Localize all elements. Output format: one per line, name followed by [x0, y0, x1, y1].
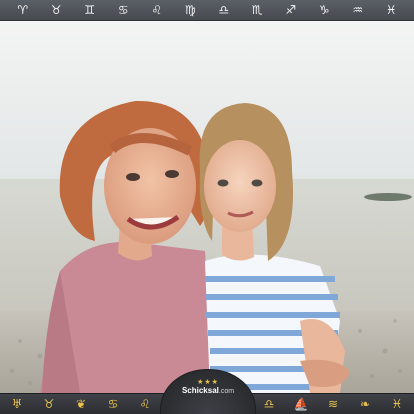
fox-icon[interactable]: ♅ — [6, 396, 28, 412]
zodiac-scorpio-icon[interactable]: ♏ — [246, 0, 268, 21]
hero-photo — [0, 21, 414, 393]
photo-grandmother-and-girl — [0, 21, 414, 393]
logo-stars: ★★★ — [197, 378, 219, 386]
tiger-icon[interactable]: ♌ — [134, 396, 156, 412]
zodiac-sagittarius-icon[interactable]: ♐ — [280, 0, 302, 21]
zodiac-aquarius-icon[interactable]: ♒ — [347, 0, 369, 21]
zodiac-gemini-icon[interactable]: ♊ — [79, 0, 101, 21]
zodiac-capricorn-icon[interactable]: ♑ — [313, 0, 335, 21]
app-frame: ♈ ♉ ♊ ♋ ♌ ♍ ♎ ♏ ♐ ♑ ♒ ♓ ♅ ♉ ❦ ♋ ♌ ♎ ⛵ ≋ … — [0, 0, 414, 414]
logo-wordmark: Schicksal.com — [182, 386, 234, 397]
butterfly-icon[interactable]: ❦ — [70, 396, 92, 412]
zodiac-taurus-icon[interactable]: ♉ — [45, 0, 67, 21]
crab-icon[interactable]: ♋ — [102, 396, 124, 412]
zodiac-leo-icon[interactable]: ♌ — [146, 0, 168, 21]
zodiac-virgo-icon[interactable]: ♍ — [179, 0, 201, 21]
zodiac-libra-icon[interactable]: ♎ — [213, 0, 235, 21]
zodiac-cancer-icon[interactable]: ♋ — [112, 0, 134, 21]
scales-icon[interactable]: ♎ — [258, 396, 280, 412]
logo-domain: .com — [218, 388, 235, 395]
fish-icon[interactable]: ♓ — [386, 396, 408, 412]
zodiac-aries-icon[interactable]: ♈ — [12, 0, 34, 21]
logo-brand: Schicksal — [181, 386, 219, 395]
bull-icon[interactable]: ♉ — [38, 396, 60, 412]
feather-icon[interactable]: ❧ — [354, 396, 376, 412]
zodiac-nav-bar: ♈ ♉ ♊ ♋ ♌ ♍ ♎ ♏ ♐ ♑ ♒ ♓ — [0, 0, 414, 21]
ship-icon[interactable]: ⛵ — [290, 396, 312, 412]
wave-icon[interactable]: ≋ — [322, 396, 344, 412]
zodiac-pisces-icon[interactable]: ♓ — [380, 0, 402, 21]
